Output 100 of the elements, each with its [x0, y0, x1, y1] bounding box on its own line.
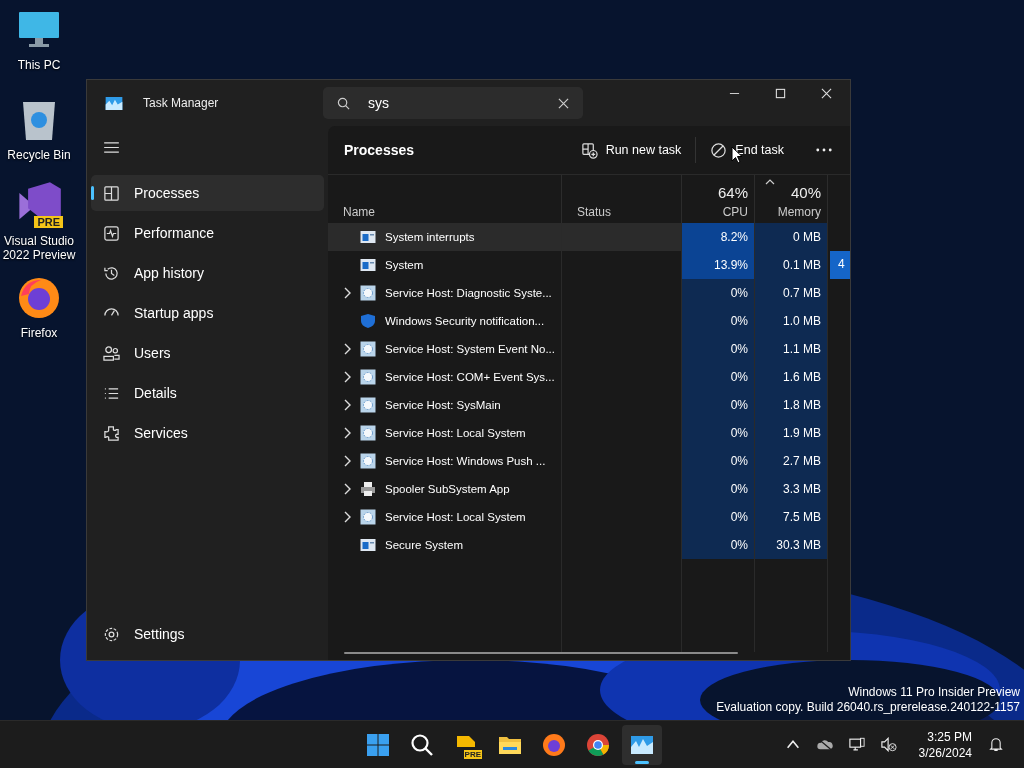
- nav-item[interactable]: App history: [91, 255, 324, 291]
- grid-icon: [103, 184, 120, 202]
- search-field[interactable]: sys: [323, 87, 583, 119]
- cpu-cell: 0%: [682, 363, 755, 391]
- process-row[interactable]: System 13.9% 0.1 MB 4: [328, 251, 850, 279]
- new-task-icon: [580, 141, 598, 159]
- process-row[interactable]: Service Host: COM+ Event Sys... 0% 1.6 MB: [328, 363, 850, 391]
- memory-cell: 0.7 MB: [755, 279, 828, 307]
- expand-icon[interactable]: [343, 399, 351, 411]
- desktop-icon-label[interactable]: Firefox: [20, 326, 58, 340]
- process-row[interactable]: System interrupts 8.2% 0 MB: [328, 223, 850, 251]
- column-header[interactable]: CPU: [722, 205, 748, 219]
- cpu-cell: 0%: [682, 475, 755, 503]
- nav-item[interactable]: Processes: [91, 175, 324, 211]
- prohibited-icon: [710, 141, 728, 159]
- cloud-icon[interactable]: [816, 737, 833, 752]
- process-row[interactable]: Windows Security notification... 0% 1.0 MB: [328, 307, 850, 335]
- gear-icon: [360, 425, 376, 441]
- process-name: Spooler SubSystem App: [385, 483, 510, 495]
- nav-item[interactable]: Performance: [91, 215, 324, 251]
- gear-icon: [360, 369, 376, 385]
- memory-cell: 1.9 MB: [755, 419, 828, 447]
- activity-icon: [103, 224, 120, 242]
- cpu-cell: 0%: [682, 335, 755, 363]
- gear-icon: [360, 453, 376, 469]
- memory-cell: 1.6 MB: [755, 363, 828, 391]
- scrollbar[interactable]: [344, 652, 738, 654]
- column-header[interactable]: Name: [343, 205, 553, 219]
- preview-badge: PRE: [34, 216, 63, 228]
- expand-icon[interactable]: [343, 371, 351, 383]
- gear-icon: [360, 341, 376, 357]
- cpu-cell: 0%: [682, 307, 755, 335]
- taskbar-button[interactable]: [622, 724, 662, 765]
- process-row[interactable]: Service Host: Local System 0% 7.5 MB: [328, 503, 850, 531]
- window-title: Task Manager: [143, 96, 219, 110]
- notification-bell-icon[interactable]: [988, 737, 1004, 752]
- memory-cell: 7.5 MB: [755, 503, 828, 531]
- process-name: Service Host: System Event No...: [385, 343, 555, 355]
- puzzle-icon: [103, 424, 120, 442]
- process-name: Service Host: COM+ Event Sys...: [385, 371, 555, 383]
- nav-item[interactable]: Startup apps: [91, 295, 324, 331]
- taskbar-button[interactable]: PRE: [446, 724, 486, 765]
- process-name: System interrupts: [385, 231, 475, 243]
- desktop-icon-label[interactable]: Visual Studio 2022 Preview: [0, 234, 78, 262]
- run-new-task-button[interactable]: Run new task: [574, 135, 688, 165]
- expand-icon[interactable]: [343, 511, 351, 523]
- search-icon: [410, 732, 434, 757]
- speaker-muted-icon[interactable]: [880, 737, 897, 752]
- maximize-icon[interactable]: [775, 88, 786, 99]
- expand-icon[interactable]: [343, 455, 351, 467]
- windows-icon: [366, 732, 390, 757]
- nav-item[interactable]: Users: [91, 335, 324, 371]
- process-row[interactable]: Service Host: System Event No... 0% 1.1 MB: [328, 335, 850, 363]
- clear-icon[interactable]: [558, 97, 569, 109]
- sort-caret-icon: [765, 179, 775, 185]
- expand-icon[interactable]: [343, 483, 351, 495]
- memory-cell: 0 MB: [755, 223, 828, 251]
- shield-icon: [360, 313, 376, 329]
- printer-icon: [360, 481, 376, 497]
- users-icon: [103, 344, 120, 362]
- process-row[interactable]: Service Host: Local System 0% 1.9 MB: [328, 419, 850, 447]
- close-icon[interactable]: [821, 88, 832, 99]
- gear-icon: [360, 397, 376, 413]
- expand-icon[interactable]: [343, 287, 351, 299]
- cpu-cell: 0%: [682, 531, 755, 559]
- firefox-icon[interactable]: [17, 276, 61, 320]
- process-name: Service Host: Local System: [385, 427, 526, 439]
- nav-item[interactable]: Details: [91, 375, 324, 411]
- network-icon[interactable]: [848, 737, 865, 752]
- column-header[interactable]: Memory: [777, 205, 821, 219]
- window-icon: [360, 257, 376, 273]
- process-row[interactable]: Service Host: SysMain 0% 1.8 MB: [328, 391, 850, 419]
- expand-icon[interactable]: [343, 427, 351, 439]
- process-row[interactable]: Service Host: Diagnostic Syste... 0% 0.7 MB: [328, 279, 850, 307]
- firefox-icon: [542, 732, 566, 757]
- process-row[interactable]: Spooler SubSystem App 0% 3.3 MB: [328, 475, 850, 503]
- desktop-icon-label[interactable]: Recycle Bin: [7, 148, 71, 162]
- process-name: Service Host: Windows Push ...: [385, 455, 546, 467]
- column-header[interactable]: Status: [577, 205, 673, 219]
- memory-cell: 2.7 MB: [755, 447, 828, 475]
- more-icon[interactable]: [816, 148, 832, 152]
- cpu-cell: 0%: [682, 279, 755, 307]
- memory-cell: 1.0 MB: [755, 307, 828, 335]
- window-icon: [360, 537, 376, 553]
- menu-icon[interactable]: [104, 142, 119, 153]
- memory-cell: 30.3 MB: [755, 531, 828, 559]
- memory-cell: 1.8 MB: [755, 391, 828, 419]
- memory-cell: 3.3 MB: [755, 475, 828, 503]
- build-watermark: Windows 11 Pro Insider Preview: [848, 685, 1020, 700]
- process-name: System: [385, 259, 424, 271]
- process-row[interactable]: Secure System 0% 30.3 MB: [328, 531, 850, 559]
- settings-item[interactable]: Settings: [91, 616, 324, 652]
- desktop-icon-label[interactable]: This PC: [17, 58, 61, 72]
- usage-percent: 64%: [717, 184, 748, 201]
- end-task-button[interactable]: End task: [704, 135, 790, 165]
- nav-item[interactable]: Services: [91, 415, 324, 451]
- settings-icon: [103, 625, 120, 643]
- process-row[interactable]: Service Host: Windows Push ... 0% 2.7 MB: [328, 447, 850, 475]
- expand-icon[interactable]: [343, 343, 351, 355]
- clock[interactable]: 3:25 PM 3/26/2024: [918, 728, 972, 761]
